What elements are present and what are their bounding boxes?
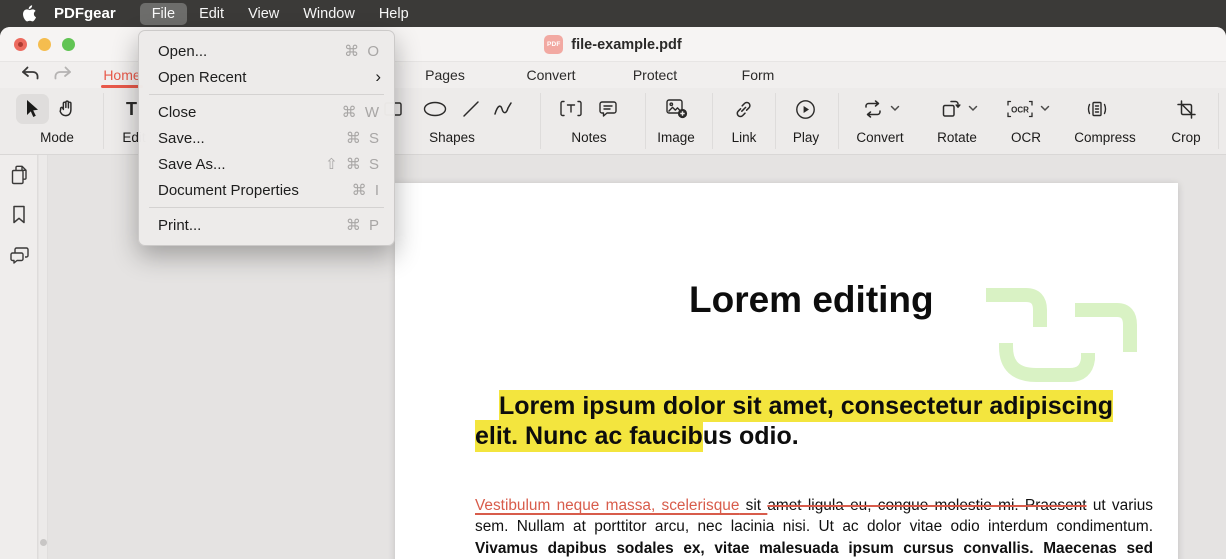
toolbar-group-ocr-label: OCR xyxy=(996,130,1056,145)
pdf-file-icon: PDF xyxy=(544,35,563,54)
apple-icon[interactable] xyxy=(21,5,36,22)
menu-separator xyxy=(149,94,384,95)
convert-icon[interactable] xyxy=(862,99,884,119)
menu-separator xyxy=(149,207,384,208)
toolbar-group-image-label: Image xyxy=(641,130,711,145)
screen: PDFgear File Edit View Window Help PDF f… xyxy=(0,0,1226,559)
tab-form[interactable]: Form xyxy=(736,62,780,88)
submenu-arrow-icon: › xyxy=(375,67,381,87)
toolbar-group-crop-label: Crop xyxy=(1156,130,1216,145)
toolbar-group-convert-label: Convert xyxy=(840,130,920,145)
freehand-draw-icon[interactable] xyxy=(492,100,514,118)
file-menu-dropdown: Open... ⌘ O Open Recent › Close ⌘ W Save… xyxy=(138,30,395,246)
pdf-heading: Lorem ipsum dolor sit amet, consectetur … xyxy=(475,392,1147,451)
undo-button[interactable] xyxy=(20,65,41,83)
panel-resize-gutter[interactable] xyxy=(39,155,48,559)
macos-menubar: PDFgear File Edit View Window Help xyxy=(0,0,1226,27)
comments-panel-icon[interactable] xyxy=(9,245,31,265)
shortcut-open: ⌘ O xyxy=(344,42,381,60)
ocr-icon-text: OCR xyxy=(1011,106,1029,115)
convert-chevron-down-icon[interactable] xyxy=(890,105,900,112)
menu-item-open[interactable]: Open... ⌘ O xyxy=(139,38,394,64)
bookmarks-icon[interactable] xyxy=(9,204,29,225)
toolbar-group-shapes-label: Shapes xyxy=(402,130,502,145)
hand-tool-icon[interactable] xyxy=(56,98,77,119)
crop-icon[interactable] xyxy=(1176,99,1197,120)
toolbar-group-notes-label: Notes xyxy=(549,130,629,145)
comment-note-icon[interactable] xyxy=(598,100,618,119)
page-thumbnails-icon[interactable] xyxy=(9,164,30,186)
menu-item-close[interactable]: Close ⌘ W xyxy=(139,99,394,125)
toolbar-group-mode-label: Mode xyxy=(0,130,114,145)
ocr-icon[interactable]: OCR xyxy=(1006,100,1034,118)
pdf-page[interactable]: Lorem editing Lorem ipsum dolor sit amet… xyxy=(395,183,1178,559)
tab-protect[interactable]: Protect xyxy=(627,62,683,88)
menubar-item-help[interactable]: Help xyxy=(367,3,421,25)
insert-image-icon[interactable] xyxy=(665,97,689,120)
left-panel-bar xyxy=(0,155,38,559)
menu-item-print[interactable]: Print... ⌘ P xyxy=(139,212,394,238)
toolbar-group-link-label: Link xyxy=(714,130,774,145)
menubar-item-edit[interactable]: Edit xyxy=(187,3,236,25)
document-filename: file-example.pdf xyxy=(571,37,681,53)
menubar-item-file[interactable]: File xyxy=(140,3,187,25)
toolbar-group-compress-label: Compress xyxy=(1055,130,1155,145)
rotate-chevron-down-icon[interactable] xyxy=(968,105,978,112)
text-tool-icon[interactable]: T xyxy=(126,99,137,120)
app-name[interactable]: PDFgear xyxy=(54,5,116,22)
shortcut-document-properties: ⌘ I xyxy=(352,181,381,199)
menu-item-save-as[interactable]: Save As... ⇧ ⌘ S xyxy=(139,151,394,177)
pdf-title-text: Lorem editing xyxy=(689,279,934,321)
menu-item-document-properties[interactable]: Document Properties ⌘ I xyxy=(139,177,394,203)
line-shape-icon[interactable] xyxy=(461,99,481,119)
paragraph-bold-text: Vivamus dapibus sodales ex, vitae malesu… xyxy=(475,540,1153,559)
green-decorative-graphic xyxy=(980,283,1140,387)
toolbar-group-rotate-label: Rotate xyxy=(917,130,997,145)
menu-item-save[interactable]: Save... ⌘ S xyxy=(139,125,394,151)
inserted-underlined-text: sit xyxy=(739,497,767,514)
redo-button[interactable] xyxy=(52,65,73,83)
play-media-icon[interactable] xyxy=(795,99,816,120)
inserted-red-text: Vestibulum neque massa, scelerisque xyxy=(475,497,739,514)
tab-pages[interactable]: Pages xyxy=(417,62,473,88)
shortcut-close: ⌘ W xyxy=(342,103,381,121)
menu-item-open-recent[interactable]: Open Recent › xyxy=(139,64,394,90)
menubar-item-view[interactable]: View xyxy=(236,3,291,25)
select-cursor-icon[interactable] xyxy=(22,98,42,120)
panel-resize-handle[interactable] xyxy=(40,539,47,546)
compress-icon[interactable] xyxy=(1086,99,1108,119)
shortcut-print: ⌘ P xyxy=(346,216,381,234)
tab-convert[interactable]: Convert xyxy=(522,62,580,88)
menubar-item-window[interactable]: Window xyxy=(291,3,367,25)
rotate-icon[interactable] xyxy=(940,98,962,120)
ocr-chevron-down-icon[interactable] xyxy=(1040,105,1050,112)
toolbar-group-play-label: Play xyxy=(776,130,836,145)
text-note-icon[interactable] xyxy=(560,100,582,117)
ellipse-shape-icon[interactable] xyxy=(423,101,447,117)
heading-rest: us odio. xyxy=(703,422,799,450)
pdf-paragraph: Vestibulum neque massa, scelerisque sit … xyxy=(475,495,1153,559)
shortcut-save: ⌘ S xyxy=(346,129,381,147)
insert-link-icon[interactable] xyxy=(733,99,754,120)
shortcut-save-as: ⇧ ⌘ S xyxy=(325,155,381,173)
struck-through-text: amet ligula eu, congue molestie mi. Prae… xyxy=(767,497,1086,514)
